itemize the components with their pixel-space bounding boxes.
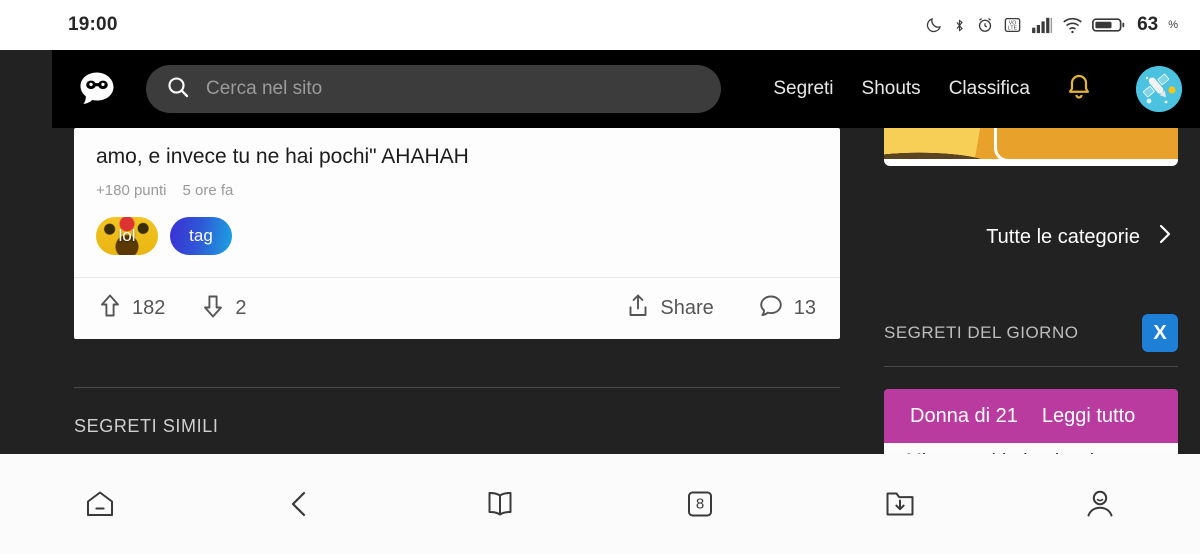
share-button[interactable]: Share [626,293,714,324]
sidebar-divider [884,366,1178,367]
post-points: +180 punti [96,182,167,199]
downvote-count: 2 [235,297,247,319]
share-icon [626,293,650,324]
post-actions-right: Share 13 [626,293,816,324]
close-x-button[interactable]: X [1142,314,1178,352]
downloads-icon[interactable] [863,476,937,532]
category-card-image[interactable] [884,128,1178,166]
all-categories-label: Tutte le categorie [986,225,1140,248]
post-text: amo, e invece tu ne hai pochi" AHAHAH [96,145,469,168]
alarm-icon [976,16,994,34]
share-label: Share [660,297,714,319]
comments-button[interactable]: 13 [758,293,816,324]
secret-of-the-day-card[interactable]: Donna di 21 Leggi tutto Mi stavo chieden… [884,389,1178,454]
search-icon [166,75,190,104]
downvote-button[interactable]: 2 [201,293,247,324]
badge-tag[interactable]: tag [170,217,232,255]
battery-percent: 63 [1137,14,1159,35]
insegreto-mask-logo[interactable] [74,66,120,112]
post-time: 5 ore fa [182,182,234,199]
sidebar: Tutte le categorie SEGRETI DEL GIORNO X … [884,128,1178,454]
volte-icon: VO LTE [1003,16,1022,34]
search-input[interactable]: Cerca nel sito [146,65,721,113]
browser-bottom-wrap: 8 [0,454,1200,554]
bookmarks-icon[interactable] [463,476,537,532]
section-divider [74,387,840,388]
bluetooth-icon [952,16,967,35]
main-column: amo, e invece tu ne hai pochi" AHAHAH +1… [52,128,842,437]
secret-author: Donna di 21 [910,404,1018,427]
upvote-count: 182 [132,297,166,319]
upvote-button[interactable]: 182 [98,293,165,324]
all-categories-link[interactable]: Tutte le categorie [884,222,1178,252]
secret-read-all-link[interactable]: Leggi tutto [1042,405,1135,428]
comment-bubble-icon [758,293,784,324]
battery-percent-unit: % [1168,19,1178,31]
similar-secrets-title: SEGRETI SIMILI [74,416,219,436]
post-body: amo, e invece tu ne hai pochi" AHAHAH +1… [74,128,840,277]
status-icons: VO LTE 63 % [925,14,1178,36]
header-nav: Segreti Shouts Classifica [773,66,1182,112]
user-avatar[interactable] [1136,66,1182,112]
nav-link-classifica[interactable]: Classifica [949,78,1030,100]
nav-link-shouts[interactable]: Shouts [862,78,921,100]
post-meta: +180 punti 5 ore fa [96,182,818,199]
secret-preview-text: Mi stavo chiedendo: ci [884,443,1178,454]
svg-text:LTE: LTE [1008,26,1018,32]
badge-lol[interactable]: lol [96,217,158,255]
browser-bottom-bar: 8 [0,454,1200,554]
notifications-bell-icon[interactable] [1064,72,1094,107]
wifi-icon [1062,16,1083,34]
upvote-arrow-icon [98,293,122,324]
status-bar: 19:00 VO LTE 63 % [0,0,1200,50]
app-header: Cerca nel sito Segreti Shouts Classifica [52,50,1200,128]
tab-count: 8 [695,495,705,513]
battery-icon [1092,16,1126,34]
secrets-of-the-day-header: SEGRETI DEL GIORNO X [884,314,1178,352]
post-actions: 182 2 Share 13 [74,277,840,339]
downvote-arrow-icon [201,293,225,324]
moon-dnd-icon [925,16,943,34]
profile-icon[interactable] [1063,476,1137,532]
post-card: amo, e invece tu ne hai pochi" AHAHAH +1… [74,128,840,339]
status-time: 19:00 [68,14,118,35]
search-placeholder: Cerca nel sito [206,78,323,99]
home-icon[interactable] [63,476,137,532]
signal-bars-icon [1031,16,1053,34]
tabs-icon[interactable]: 8 [663,476,737,532]
back-icon[interactable] [263,476,337,532]
comments-count: 13 [793,297,816,319]
secrets-of-the-day-title: SEGRETI DEL GIORNO [884,323,1079,342]
web-viewport: Cerca nel sito Segreti Shouts Classifica [0,50,1200,454]
post-badges: lol tag [96,217,818,271]
secret-card-header: Donna di 21 Leggi tutto [884,389,1178,443]
chevron-right-icon [1156,222,1174,252]
nav-link-segreti[interactable]: Segreti [773,78,833,100]
